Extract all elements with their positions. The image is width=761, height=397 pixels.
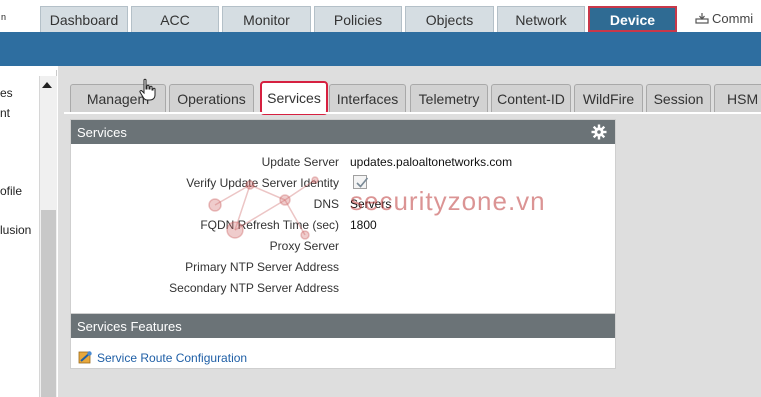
main-content: Managem Operations Services Interfaces T… [58,66,761,397]
commit-label: Commi [712,11,754,26]
services-features-panel: Services Features Service Route Configur… [70,313,616,369]
fqdn-refresh-value: 1800 [350,218,377,232]
subtab-interfaces-label: Interfaces [336,90,399,107]
subtab-services-label: Services [267,90,321,106]
subtab-operations-label: Operations [177,90,246,107]
tab-device-label: Device [609,11,656,28]
gear-icon[interactable] [591,124,607,140]
tab-policies[interactable]: Policies [314,6,402,32]
tab-acc-label: ACC [160,11,190,28]
route-config-icon [78,351,92,364]
secondary-ntp-label: Secondary NTP Server Address [169,281,339,295]
header-bar [0,32,761,66]
subtab-telemetry[interactable]: Telemetry [410,84,488,112]
subtab-session[interactable]: Session [646,84,711,112]
sidebar-item-label[interactable]: nt [0,106,10,120]
tab-policies-label: Policies [333,11,383,28]
services-features-title: Services Features [77,318,182,334]
subtab-hsm[interactable]: HSM [714,84,761,112]
device-subtabs: Managem Operations Services Interfaces T… [58,74,761,115]
tab-strip-base [64,112,761,114]
sidebar-item-label[interactable]: lusion [0,223,31,237]
scroll-up-arrow-icon[interactable] [42,82,52,88]
tab-network-label: Network [515,11,567,28]
tab-device[interactable]: Device [588,6,677,32]
secondary-ntp-row: Secondary NTP Server Address [71,281,615,301]
tab-dashboard-label: Dashboard [49,11,119,28]
sidebar-item-label[interactable]: es [0,86,13,100]
hand-cursor-icon [139,78,156,101]
primary-ntp-label: Primary NTP Server Address [185,260,339,274]
tab-objects[interactable]: Objects [405,6,494,32]
tab-acc[interactable]: ACC [131,6,219,32]
tab-monitor-label: Monitor [243,11,290,28]
subtab-wildfire-label: WildFire [582,90,635,107]
subtab-wildfire[interactable]: WildFire [574,84,643,112]
subtab-session-label: Session [653,90,704,107]
app-window: n Dashboard ACC Monitor Policies Objects… [0,0,761,397]
scrollbar-thumb[interactable] [41,210,56,397]
subtab-hsm-label: HSM [727,90,759,107]
cut-text: n [1,12,7,22]
primary-ntp-row: Primary NTP Server Address [71,260,615,280]
tab-monitor[interactable]: Monitor [222,6,311,32]
services-panel-header: Services [71,120,615,144]
subtab-telemetry-label: Telemetry [418,90,480,107]
subtab-operations[interactable]: Operations [169,84,254,112]
services-features-header: Services Features [71,314,615,338]
commit-button[interactable]: Commi [695,11,753,26]
subtab-content-id[interactable]: Content-ID [491,84,571,112]
tab-objects-label: Objects [425,11,474,28]
services-panel-title: Services [77,124,127,140]
subtab-interfaces[interactable]: Interfaces [329,84,406,112]
commit-icon [695,13,709,24]
watermark-text: securityzone.vn [350,186,546,216]
tab-network[interactable]: Network [497,6,585,32]
tab-dashboard[interactable]: Dashboard [40,6,128,32]
sidebar-item-label[interactable]: ofile [0,184,22,198]
service-route-link-label: Service Route Configuration [97,350,248,365]
sidebar-scrollbar[interactable] [39,76,57,397]
subtab-content-id-label: Content-ID [497,90,565,107]
service-route-link[interactable]: Service Route Configuration [78,350,247,365]
top-navigation: n Dashboard ACC Monitor Policies Objects… [0,0,761,34]
update-server-value: updates.paloaltonetworks.com [350,155,513,169]
watermark-logo-icon [208,176,319,240]
left-sidebar: es nt ofile lusion [0,70,57,397]
subtab-services[interactable]: Services [260,81,328,115]
